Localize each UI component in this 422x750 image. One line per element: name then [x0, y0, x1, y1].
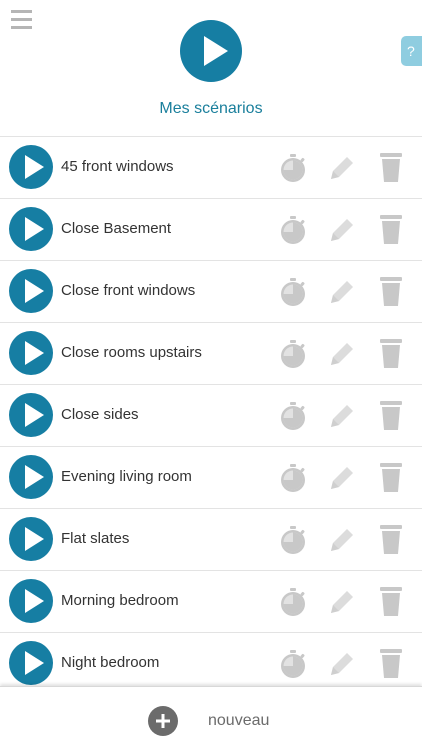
- scenario-label: 45 front windows: [61, 158, 174, 175]
- scenario-label: Close rooms upstairs: [61, 344, 202, 361]
- timer-icon[interactable]: [279, 339, 307, 369]
- timer-icon[interactable]: [279, 215, 307, 245]
- timer-icon[interactable]: [279, 401, 307, 431]
- pencil-icon[interactable]: [327, 401, 357, 431]
- scenario-label: Close sides: [61, 406, 139, 423]
- header: Mes scénarios ?: [0, 0, 422, 137]
- scenario-row: Flat slates: [0, 509, 422, 571]
- page-title: Mes scénarios: [159, 100, 263, 117]
- scenario-row: Evening living room: [0, 447, 422, 509]
- trash-icon[interactable]: [379, 461, 403, 493]
- trash-icon[interactable]: [379, 275, 403, 307]
- play-icon: [25, 279, 44, 303]
- timer-icon[interactable]: [279, 525, 307, 555]
- scenario-label: Evening living room: [61, 468, 192, 485]
- trash-icon[interactable]: [379, 151, 403, 183]
- play-scenario-button[interactable]: [9, 641, 53, 685]
- play-scenario-button[interactable]: [9, 517, 53, 561]
- add-scenario-label[interactable]: nouveau: [208, 712, 269, 730]
- pencil-icon[interactable]: [327, 153, 357, 183]
- play-icon: [25, 217, 44, 241]
- play-scenario-button[interactable]: [9, 207, 53, 251]
- trash-icon[interactable]: [379, 523, 403, 555]
- app: Mes scénarios ? 45 front windows Close B…: [0, 0, 422, 750]
- scenario-label: Close front windows: [61, 282, 196, 299]
- scenario-label: Morning bedroom: [61, 592, 179, 609]
- play-icon: [25, 155, 44, 179]
- play-icon: [25, 527, 44, 551]
- scenario-label: Close Basement: [61, 220, 172, 237]
- scenario-row: Close Basement: [0, 199, 422, 261]
- scenario-row: Close sides: [0, 385, 422, 447]
- scenario-row: Close rooms upstairs: [0, 323, 422, 385]
- pencil-icon[interactable]: [327, 525, 357, 555]
- play-icon: [25, 341, 44, 365]
- scenario-list: 45 front windows Close Basement Close fr…: [0, 137, 422, 695]
- play-all-button[interactable]: [180, 20, 242, 82]
- timer-icon[interactable]: [279, 587, 307, 617]
- help-button[interactable]: ?: [401, 36, 422, 66]
- trash-icon[interactable]: [379, 585, 403, 617]
- scenario-label: Night bedroom: [61, 654, 160, 671]
- play-scenario-button[interactable]: [9, 269, 53, 313]
- play-scenario-button[interactable]: [9, 331, 53, 375]
- pencil-icon[interactable]: [327, 649, 357, 679]
- timer-icon[interactable]: [279, 649, 307, 679]
- play-scenario-button[interactable]: [9, 393, 53, 437]
- timer-icon[interactable]: [279, 277, 307, 307]
- timer-icon[interactable]: [279, 153, 307, 183]
- trash-icon[interactable]: [379, 647, 403, 679]
- scenario-row: Close front windows: [0, 261, 422, 323]
- play-scenario-button[interactable]: [9, 455, 53, 499]
- pencil-icon[interactable]: [327, 277, 357, 307]
- pencil-icon[interactable]: [327, 463, 357, 493]
- play-icon: [25, 403, 44, 427]
- scenario-label: Flat slates: [61, 530, 130, 547]
- scenario-row: 45 front windows: [0, 137, 422, 199]
- plus-icon: [156, 714, 170, 728]
- menu-icon[interactable]: [11, 10, 32, 31]
- pencil-icon[interactable]: [327, 587, 357, 617]
- play-scenario-button[interactable]: [9, 579, 53, 623]
- play-icon: [25, 465, 44, 489]
- play-icon: [25, 651, 44, 675]
- play-scenario-button[interactable]: [9, 145, 53, 189]
- trash-icon[interactable]: [379, 213, 403, 245]
- scenario-row: Morning bedroom: [0, 571, 422, 633]
- trash-icon[interactable]: [379, 399, 403, 431]
- add-scenario-button[interactable]: [148, 706, 178, 736]
- play-icon: [25, 589, 44, 613]
- play-icon: [204, 36, 228, 66]
- trash-icon[interactable]: [379, 337, 403, 369]
- pencil-icon[interactable]: [327, 215, 357, 245]
- footer: nouveau: [0, 686, 422, 750]
- timer-icon[interactable]: [279, 463, 307, 493]
- pencil-icon[interactable]: [327, 339, 357, 369]
